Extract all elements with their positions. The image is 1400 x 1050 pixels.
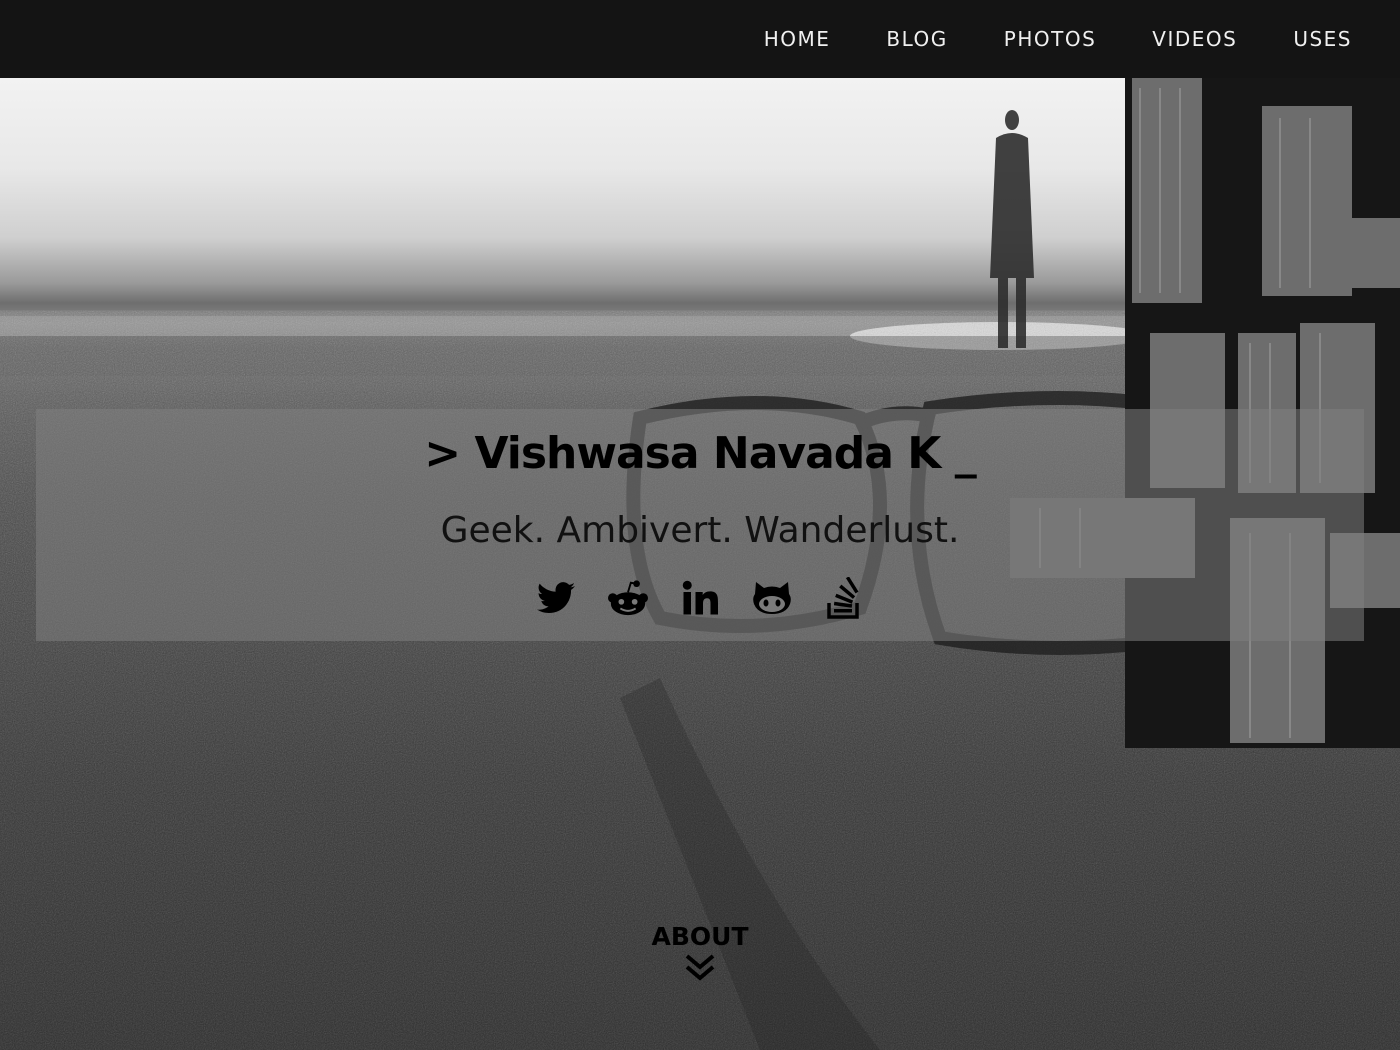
site-title: > Vishwasa Navada K _ — [424, 428, 976, 479]
linkedin-link[interactable] — [680, 576, 720, 620]
double-chevron-down-icon — [684, 953, 716, 987]
nav-menu: HOME BLOG PHOTOS VIDEOS USES — [708, 0, 1352, 78]
linkedin-icon — [682, 580, 718, 615]
stackoverflow-icon — [827, 577, 859, 619]
tagline: Geek. Ambivert. Wanderlust. — [440, 510, 960, 551]
top-navbar: HOME BLOG PHOTOS VIDEOS USES — [0, 0, 1400, 78]
twitter-icon — [537, 582, 575, 614]
nav-link-videos[interactable]: VIDEOS — [1152, 27, 1237, 51]
nav-link-home[interactable]: HOME — [764, 27, 831, 51]
reddit-icon — [608, 580, 648, 616]
github-icon — [753, 582, 791, 614]
reddit-link[interactable] — [608, 576, 648, 620]
social-links — [0, 576, 1400, 620]
nav-link-blog[interactable]: BLOG — [886, 27, 947, 51]
twitter-link[interactable] — [536, 576, 576, 620]
github-link[interactable] — [752, 576, 792, 620]
stackoverflow-link[interactable] — [824, 576, 864, 620]
nav-link-photos[interactable]: PHOTOS — [1004, 27, 1097, 51]
about-label: ABOUT — [651, 922, 749, 951]
about-scroll-link[interactable]: ABOUT — [0, 922, 1400, 987]
nav-link-uses[interactable]: USES — [1293, 27, 1352, 51]
